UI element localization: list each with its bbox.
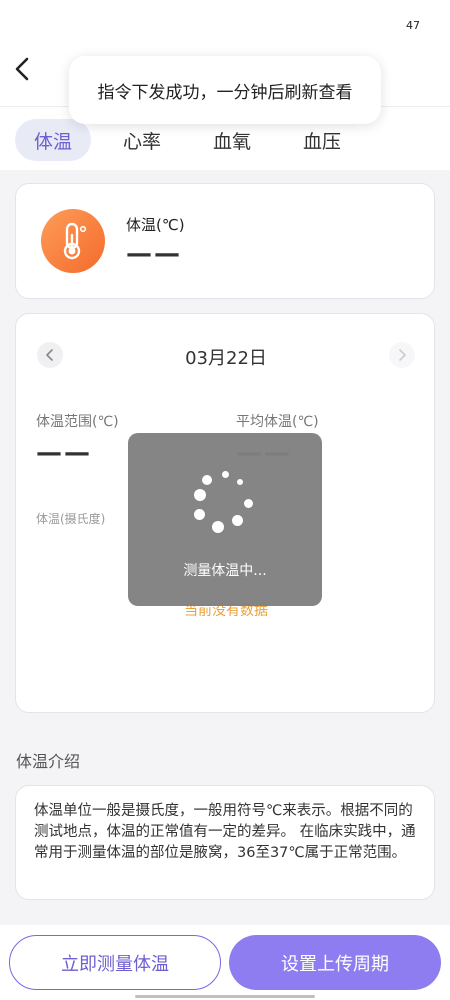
average-label: 平均体温(℃) [236,414,319,430]
range-value: —— [36,438,92,468]
tab-heart-rate[interactable]: 心率 [104,119,180,161]
summary-label: 体温(℃) [126,216,185,234]
toast-message: 指令下发成功，一分钟后刷新查看 [69,56,381,124]
date-label: 03月22日 [185,348,267,369]
intro-text: 体温单位一般是摄氏度，一般用符号℃来表示。根据不同的测试地点，体温的正常值有一定… [34,803,416,861]
tab-blood-pressure[interactable]: 血压 [284,119,360,161]
intro-card: 体温单位一般是摄氏度，一般用符号℃来表示。根据不同的测试地点，体温的正常值有一定… [15,785,435,900]
set-upload-period-button[interactable]: 设置上传周期 [229,935,441,990]
chart-unit-label: 体温(摄氏度) [36,512,106,526]
status-badge: 47 [406,19,420,32]
loading-overlay: 测量体温中... [128,433,322,606]
loading-text: 测量体温中... [183,563,267,579]
intro-title: 体温介绍 [16,752,81,771]
bottom-action-bar: 立即测量体温 设置上传周期 [0,925,450,1000]
chevron-left-icon [15,57,29,81]
loading-spinner-icon [190,467,260,537]
tab-blood-oxygen[interactable]: 血氧 [194,119,270,161]
home-indicator[interactable] [135,995,315,998]
summary-value: —— [126,239,182,269]
next-day-button[interactable] [389,342,415,368]
back-button[interactable] [10,56,34,82]
chevron-right-icon [399,349,406,361]
thermometer-icon [41,209,105,273]
temperature-summary-card: 体温(℃) —— [15,183,435,299]
range-label: 体温范围(℃) [36,414,119,430]
tab-temperature[interactable]: 体温 [15,119,91,161]
measure-now-button[interactable]: 立即测量体温 [9,935,221,990]
